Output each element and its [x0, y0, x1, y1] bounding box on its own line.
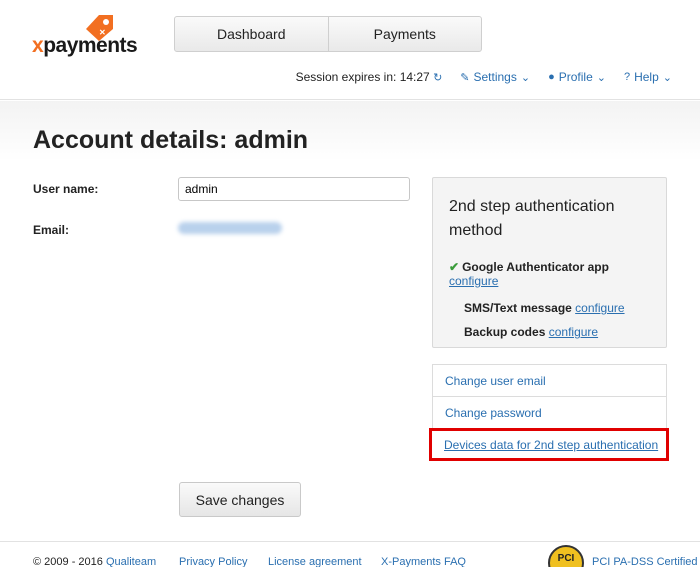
- account-links: Change user email Change password Device…: [429, 364, 669, 461]
- footer-link-qualiteam[interactable]: Qualiteam: [106, 556, 156, 567]
- configure-backup-link[interactable]: configure: [549, 325, 598, 339]
- chevron-down-icon: ⌄: [596, 71, 606, 84]
- footer: © 2009 - 2016 Qualiteam Privacy Policy L…: [0, 541, 700, 567]
- nav-dashboard-button[interactable]: Dashboard: [175, 17, 328, 51]
- auth-method-google: ✔ Google Authenticator app configure: [449, 260, 609, 288]
- save-changes-button[interactable]: Save changes: [179, 482, 301, 517]
- user-icon: ●: [548, 71, 555, 83]
- auth-method-panel: 2nd step authentication method ✔ Google A…: [432, 177, 667, 348]
- devices-data-link[interactable]: Devices data for 2nd step authentication: [429, 428, 669, 461]
- header: ✕ xpayments Dashboard Payments Session e…: [0, 0, 700, 100]
- help-menu[interactable]: ? Help ⌄: [624, 70, 672, 84]
- chevron-down-icon: ⌄: [520, 71, 531, 84]
- footer-link-faq[interactable]: X-Payments FAQ: [381, 556, 466, 567]
- pci-certified-text: PCI PA-DSS Certified: [592, 556, 698, 567]
- auth-method-backup: Backup codes configure: [464, 325, 599, 339]
- configure-google-link[interactable]: configure: [449, 274, 498, 288]
- header-subbar: Session expires in: 14:27 ↻ ✎ Settings ⌄…: [296, 70, 672, 84]
- session-timer: Session expires in: 14:27 ↻: [295, 70, 443, 84]
- nav-payments-button[interactable]: Payments: [327, 17, 482, 51]
- pci-badge-icon: PCI: [548, 545, 584, 567]
- auth-method-sms: SMS/Text message configure: [464, 301, 625, 315]
- email-label: Email:: [33, 223, 70, 237]
- username-label: User name:: [33, 182, 99, 196]
- profile-menu[interactable]: ● Profile ⌄: [548, 70, 606, 84]
- change-password-link[interactable]: Change password: [432, 396, 667, 429]
- email-value-redacted: [178, 222, 282, 234]
- xpayments-logo[interactable]: ✕ xpayments: [32, 12, 142, 60]
- refresh-icon[interactable]: ↻: [433, 71, 442, 84]
- logo-wordmark: xpayments: [32, 34, 138, 57]
- settings-menu[interactable]: ✎ Settings ⌄: [460, 70, 530, 84]
- question-circle-icon: ?: [623, 71, 631, 83]
- footer-link-privacy[interactable]: Privacy Policy: [179, 556, 247, 567]
- change-email-link[interactable]: Change user email: [432, 364, 667, 397]
- check-icon: ✔: [449, 260, 460, 274]
- username-input[interactable]: [178, 177, 410, 201]
- main-nav: Dashboard Payments: [174, 16, 482, 52]
- footer-link-license[interactable]: License agreement: [268, 556, 362, 567]
- copyright: © 2009 - 2016: [33, 556, 103, 567]
- configure-sms-link[interactable]: configure: [575, 301, 624, 315]
- wrench-icon: ✎: [460, 71, 470, 84]
- chevron-down-icon: ⌄: [662, 71, 672, 84]
- main-content: Account details: admin User name: Email:…: [0, 101, 700, 541]
- auth-panel-title: 2nd step authentication method: [449, 198, 615, 239]
- page-title: Account details: admin: [33, 126, 309, 154]
